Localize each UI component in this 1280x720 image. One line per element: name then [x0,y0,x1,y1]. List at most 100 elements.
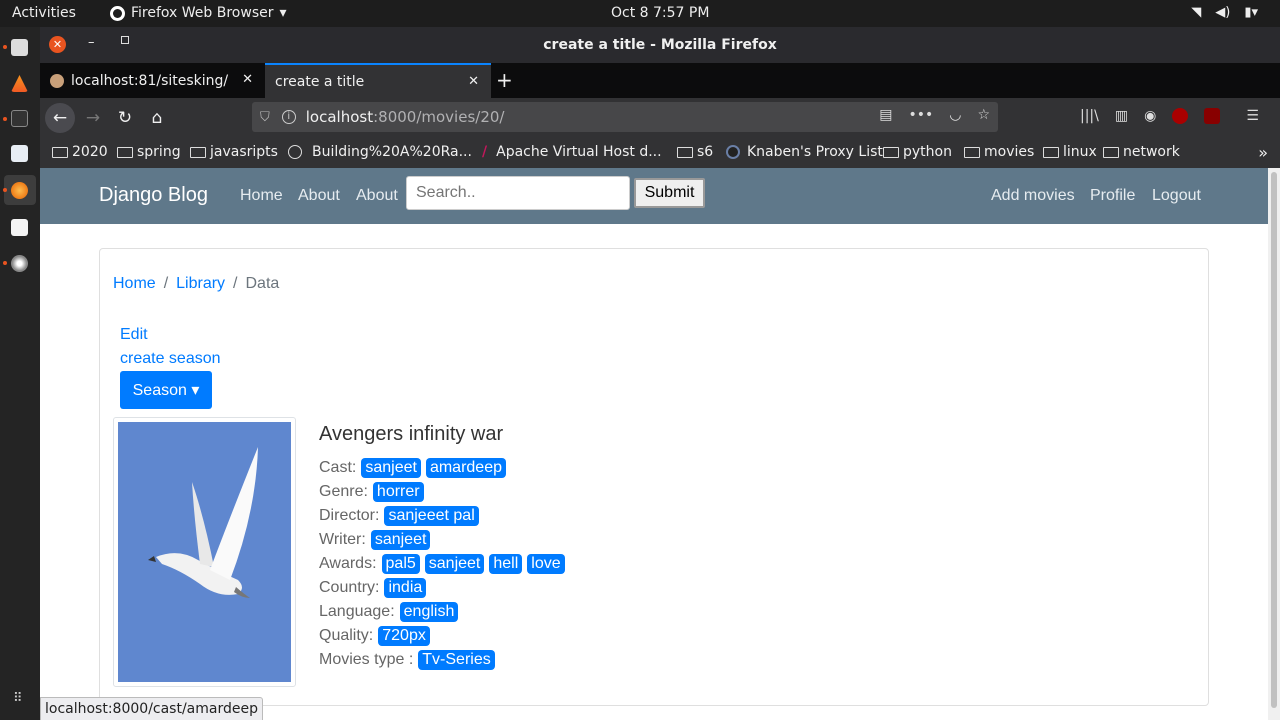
link-status-tooltip: localhost:8000/cast/amardeep [40,697,263,720]
nav-home-link[interactable]: Home [240,187,283,205]
scrollbar-thumb[interactable] [1271,172,1277,708]
volume-icon: ◀) [1215,5,1231,20]
award-badge[interactable]: sanjeet [424,554,485,574]
title-bar: ✕ – create a title - Mozilla Firefox [40,27,1280,63]
nav-about-link-2[interactable]: About [356,187,398,205]
account-icon[interactable]: ◉ [1144,108,1156,124]
bookmark-network[interactable]: network [1103,144,1180,160]
close-tab-icon[interactable]: ✕ [468,74,479,89]
director-badge[interactable]: sanjeeet pal [384,506,479,526]
bookmark-linux[interactable]: linux [1043,144,1097,160]
show-apps-icon[interactable]: ⠿ [13,691,23,706]
files-icon[interactable] [11,39,28,56]
bookmark-python[interactable]: python [883,144,952,160]
movie-title: Avengers infinity war [319,423,504,445]
award-badge[interactable]: hell [489,554,523,574]
page-scrollbar[interactable] [1268,168,1280,720]
field-label: Movies type : [319,651,414,668]
breadcrumb-library[interactable]: Library [176,275,225,293]
page-actions-icon[interactable]: ••• [908,107,933,123]
text-editor-icon[interactable] [11,145,28,162]
quality-badge[interactable]: 720px [378,626,430,646]
field-label: Genre: [319,483,368,500]
movies-type-badge[interactable]: Tv-Series [418,650,495,670]
close-tab-icon[interactable]: ✕ [242,72,253,87]
award-badge[interactable]: love [527,554,565,574]
terminal-icon[interactable] [11,110,28,127]
new-tab-button[interactable]: + [496,68,513,92]
bookmark-2020[interactable]: 2020 [52,144,108,160]
clock[interactable]: Oct 8 7:57 PM [611,5,709,21]
library-icon[interactable]: |||\ [1080,108,1099,124]
submit-button[interactable]: Submit [634,178,705,208]
firefox-dock-icon[interactable] [11,182,28,199]
bookmark-knaben[interactable]: Knaben's Proxy List [726,144,883,160]
ublock-icon[interactable] [1204,108,1221,124]
cast-badge[interactable]: amardeep [425,458,506,478]
url-bar[interactable]: ⛉ i localhost :8000/movies/20/ ▤ ••• ◡ ☆ [252,102,998,132]
quality-row: Quality: 720px [319,626,430,646]
breadcrumb-separator: / [163,275,169,292]
site-icon [726,145,740,159]
folder-icon [52,146,68,158]
breadcrumb-home[interactable]: Home [113,275,156,293]
extension-icon[interactable] [1172,108,1189,124]
genre-badge[interactable]: horrer [372,482,424,502]
back-button[interactable]: ← [45,103,75,133]
nav-about-link[interactable]: About [298,187,340,205]
cast-badge[interactable]: sanjeet [361,458,421,478]
nav-add-movies-link[interactable]: Add movies [991,187,1075,205]
tracking-shield-icon[interactable]: ⛉ [260,110,270,125]
pocket-icon[interactable]: ◡ [949,107,961,123]
folder-icon [964,146,980,158]
reload-button[interactable]: ↻ [110,103,140,133]
url-bar-actions: ▤ ••• ◡ ☆ [879,107,990,123]
tab-create-a-title[interactable]: create a title ✕ [265,63,491,98]
season-dropdown-button[interactable]: Season ▾ [120,371,212,409]
navigation-toolbar: ← → ↻ ⌂ ⛉ i localhost :8000/movies/20/ ▤… [40,98,1280,138]
firefox-window: ✕ – create a title - Mozilla Firefox loc… [40,27,1280,720]
country-badge[interactable]: india [384,578,427,598]
activities-button[interactable]: Activities [12,5,76,21]
bookmark-movies[interactable]: movies [964,144,1034,160]
forward-button[interactable]: → [78,103,108,133]
running-indicator [3,188,7,192]
document-viewer-icon[interactable] [11,219,28,236]
sidebar-icon[interactable]: ▥ [1115,108,1128,124]
bookmark-star-icon[interactable]: ☆ [977,107,990,123]
home-button[interactable]: ⌂ [142,103,172,133]
breadcrumb-separator: / [233,275,238,292]
window-title: create a title - Mozilla Firefox [543,37,777,53]
vlc-icon[interactable] [11,75,28,92]
movie-card: Home / Library / Data Edit create season… [99,248,1209,706]
language-badge[interactable]: english [399,602,459,622]
create-season-link[interactable]: create season [120,350,221,368]
breadcrumb: Home / Library / Data [113,275,279,293]
writer-badge[interactable]: sanjeet [370,530,431,550]
url-host: localhost [305,108,374,126]
bookmark-label: Apache Virtual Host d... [496,144,662,160]
bookmark-s6[interactable]: s6 [677,144,713,160]
nav-profile-link[interactable]: Profile [1090,187,1135,205]
site-brand[interactable]: Django Blog [99,184,208,207]
site-info-icon[interactable]: i [281,110,296,124]
award-badge[interactable]: pal5 [381,554,420,574]
reader-view-icon[interactable]: ▤ [879,107,892,123]
bookmark-building[interactable]: Building%20A%20Ra... [288,144,472,160]
tab-sitesking[interactable]: localhost:81/sitesking/ ✕ [40,63,265,98]
disk-icon[interactable] [11,255,28,272]
bookmark-spring[interactable]: spring [117,144,181,160]
edit-link[interactable]: Edit [120,326,148,344]
folder-icon [1103,146,1119,158]
system-tray[interactable]: ◥ ◀) ▮▾ [1191,5,1258,20]
movie-poster [113,417,296,687]
bookmark-apache[interactable]: / Apache Virtual Host d... [482,144,662,160]
nav-logout-link[interactable]: Logout [1152,187,1201,205]
menu-icon[interactable]: ☰ [1246,108,1259,124]
more-bookmarks-icon[interactable]: » [1258,143,1268,162]
search-input[interactable] [406,176,630,210]
bookmark-label: s6 [697,144,714,160]
bookmark-javasripts[interactable]: javasripts [190,144,278,160]
wifi-icon: ◥ [1191,5,1202,20]
app-menu[interactable]: Firefox Web Browser ▾ [110,5,287,21]
